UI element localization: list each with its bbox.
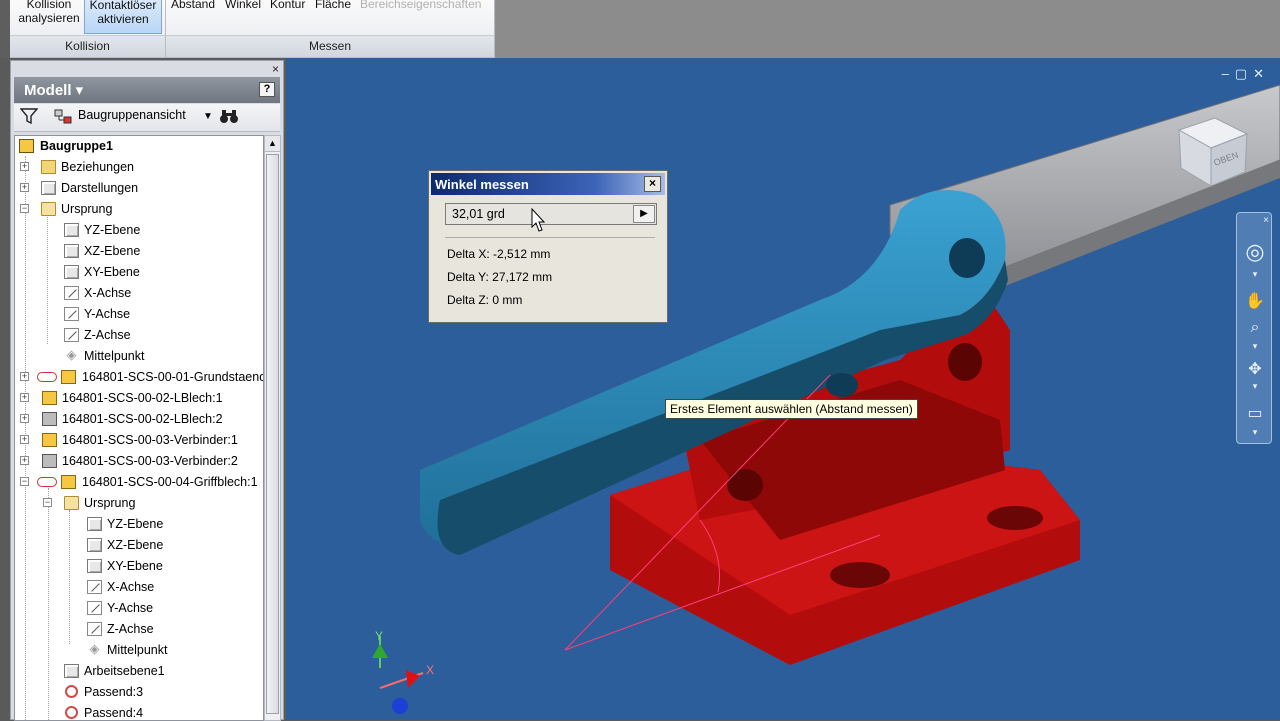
base-slot [830, 562, 890, 588]
delta-x-value: Delta X: -2,512 mm [447, 247, 551, 261]
upright-hole [727, 469, 763, 501]
chevron-down-icon[interactable]: ▾ [1243, 269, 1267, 280]
triad-x-label: X [426, 663, 434, 677]
triad-y-label: Y [375, 629, 383, 643]
angle-value: 32,01 grd [452, 207, 505, 221]
value-menu-arrow-icon[interactable]: ▶ [633, 205, 655, 223]
chevron-down-icon[interactable]: ▾ [1243, 427, 1267, 438]
navbar-close-icon[interactable]: × [1261, 215, 1271, 226]
pan-hand-icon[interactable]: ✋ [1243, 291, 1267, 311]
angle-value-field[interactable]: 32,01 grd ▶ [445, 203, 657, 225]
selection-tooltip: Erstes Element auswählen (Abstand messen… [665, 399, 918, 419]
assembly-model[interactable]: OBEN Y X [0, 0, 1280, 720]
delta-z-value: Delta Z: 0 mm [447, 293, 523, 307]
dialog-title: Winkel messen [435, 177, 529, 192]
handle-hole [826, 373, 858, 397]
dialog-close-button[interactable]: × [644, 176, 661, 192]
delta-y-value: Delta Y: 27,172 mm [447, 270, 553, 284]
dialog-separator [445, 237, 655, 238]
handle-hole [949, 238, 985, 278]
zoom-icon[interactable]: ⌕ [1243, 319, 1267, 337]
base-slot [987, 506, 1043, 530]
navigation-bar: × ◎ ▾ ✋ ⌕ ▾ ✥ ▾ ▭ ▾ [1236, 212, 1272, 444]
chevron-down-icon[interactable]: ▾ [1243, 381, 1267, 392]
look-at-icon[interactable]: ▭ [1243, 403, 1267, 423]
dialog-titlebar[interactable]: Winkel messen × [431, 173, 665, 195]
steering-wheel-icon[interactable]: ◎ [1243, 239, 1267, 265]
mouse-cursor-icon [531, 208, 546, 232]
orbit-icon[interactable]: ✥ [1243, 359, 1267, 379]
upright-hole [948, 343, 982, 381]
coordinate-triad: Y X [372, 629, 434, 714]
measure-angle-dialog: Winkel messen × 32,01 grd ▶ Delta X: -2,… [428, 170, 668, 323]
chevron-down-icon[interactable]: ▾ [1243, 341, 1267, 352]
